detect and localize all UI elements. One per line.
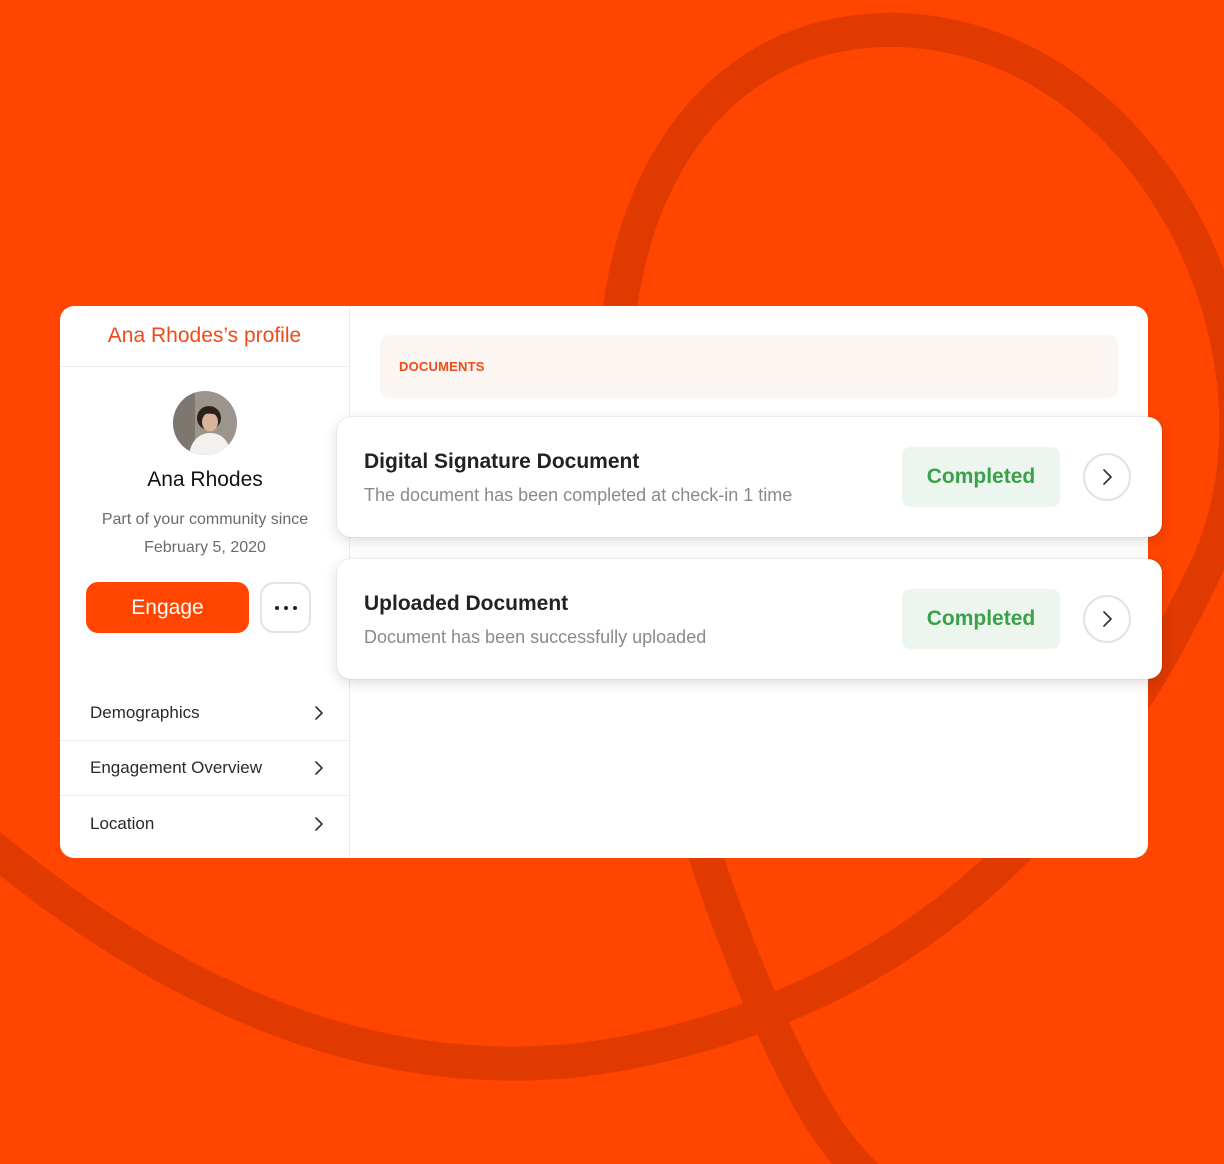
profile-nav: Demographics Engagement Overview Locatio… — [60, 686, 350, 851]
profile-sidebar: Ana Rhodes’s profile Ana Rhodes Part of … — [60, 306, 350, 858]
status-badge: Completed — [902, 589, 1060, 649]
nav-item-location[interactable]: Location — [60, 796, 350, 851]
chevron-right-icon — [315, 816, 323, 831]
document-card[interactable]: Digital Signature Document The document … — [337, 417, 1162, 537]
member-since-date: February 5, 2020 — [144, 539, 266, 556]
document-card[interactable]: Uploaded Document Document has been succ… — [337, 559, 1162, 679]
documents-section-header: DOCUMENTS — [380, 335, 1118, 398]
ellipsis-icon — [292, 605, 297, 610]
member-since-text: Part of your community since February 5,… — [60, 506, 350, 562]
chevron-right-icon — [315, 761, 323, 775]
documents-section-label: DOCUMENTS — [399, 359, 485, 374]
document-title: Uploaded Document — [364, 592, 569, 615]
status-badge: Completed — [902, 447, 1060, 507]
nav-item-label: Demographics — [90, 703, 200, 722]
document-description: Document has been successfully uploaded — [364, 627, 707, 647]
avatar-image — [173, 391, 237, 455]
nav-item-demographics[interactable]: Demographics — [60, 686, 350, 741]
chevron-right-icon — [1102, 611, 1112, 627]
more-options-button[interactable] — [260, 582, 311, 633]
chevron-right-icon — [315, 706, 323, 720]
nav-item-engagement-overview[interactable]: Engagement Overview — [60, 741, 350, 796]
nav-item-label: Engagement Overview — [90, 758, 262, 777]
open-document-button[interactable] — [1083, 595, 1131, 643]
profile-name: Ana Rhodes — [147, 468, 263, 491]
ellipsis-icon — [274, 605, 279, 610]
open-document-button[interactable] — [1083, 453, 1131, 501]
ellipsis-icon — [283, 605, 288, 610]
chevron-right-icon — [1102, 469, 1112, 485]
avatar — [173, 391, 237, 455]
engage-button[interactable]: Engage — [86, 582, 249, 633]
profile-title: Ana Rhodes’s profile — [60, 306, 349, 367]
document-title: Digital Signature Document — [364, 450, 640, 473]
member-since-line: Part of your community since — [101, 511, 309, 528]
document-description: The document has been completed at check… — [364, 485, 793, 505]
nav-item-label: Location — [90, 813, 155, 833]
